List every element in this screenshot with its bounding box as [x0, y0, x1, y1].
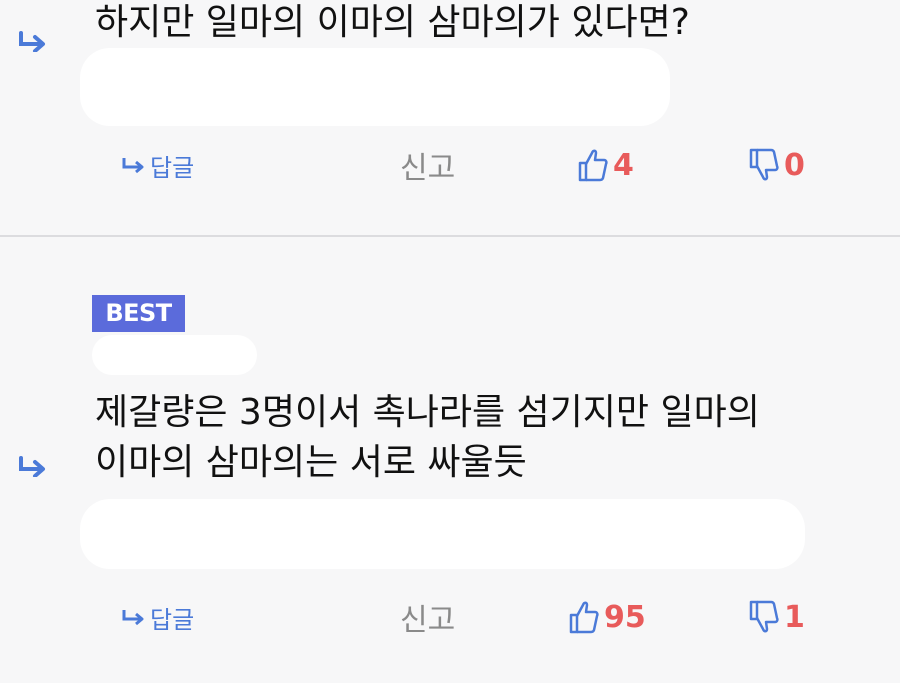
thumbs-up-icon [578, 149, 608, 182]
dislike-count: 1 [784, 599, 805, 635]
best-badge: BEST [92, 295, 185, 332]
comment-item: 하지만 일마의 이마의 삼마의가 있다면? 답글 신고 4 0 [0, 0, 900, 236]
thumbs-down-icon [749, 600, 779, 633]
reply-arrow-icon [19, 31, 45, 52]
report-button[interactable]: 신고 [400, 597, 456, 638]
comment-text: 하지만 일마의 이마의 삼마의가 있다면? [95, 0, 690, 48]
report-button[interactable]: 신고 [400, 145, 456, 186]
comment-text-line: 하지만 일마의 이마의 삼마의가 있다면? [95, 2, 690, 43]
reply-label: 답글 [150, 605, 195, 634]
comment-item-best: BEST 제갈량은 3명이서 촉나라를 섬기지만 일마의 이마의 삼마의는 서로… [0, 237, 900, 683]
comment-text-line: 제갈량은 3명이서 촉나라를 섬기지만 일마의 [95, 392, 760, 433]
comment-text-line: 이마의 삼마의는 서로 싸울듯 [95, 442, 527, 483]
report-label: 신고 [400, 603, 456, 638]
reply-label: 답글 [150, 153, 195, 182]
thumbs-up-icon [569, 601, 599, 634]
reply-icon [122, 158, 144, 174]
reply-button[interactable]: 답글 [122, 145, 194, 185]
dislike-button[interactable]: 0 [748, 145, 805, 185]
reply-button[interactable]: 답글 [122, 597, 194, 637]
reply-icon [122, 610, 144, 626]
like-count: 95 [604, 599, 646, 635]
comment-actions: 답글 신고 4 0 [0, 145, 900, 186]
dislike-count: 0 [784, 147, 805, 183]
like-button[interactable]: 4 [577, 145, 634, 185]
redacted-area [80, 48, 670, 126]
reply-arrow-icon [19, 456, 45, 477]
report-label: 신고 [400, 151, 456, 186]
like-button[interactable]: 95 [568, 597, 646, 637]
like-count: 4 [613, 147, 634, 183]
comment-text: 제갈량은 3명이서 촉나라를 섬기지만 일마의 이마의 삼마의는 서로 싸울듯 [95, 388, 760, 488]
redacted-area [80, 499, 805, 569]
thumbs-down-icon [749, 148, 779, 181]
redacted-username [92, 335, 257, 375]
comment-actions: 답글 신고 95 1 [0, 597, 900, 638]
dislike-button[interactable]: 1 [748, 597, 805, 637]
